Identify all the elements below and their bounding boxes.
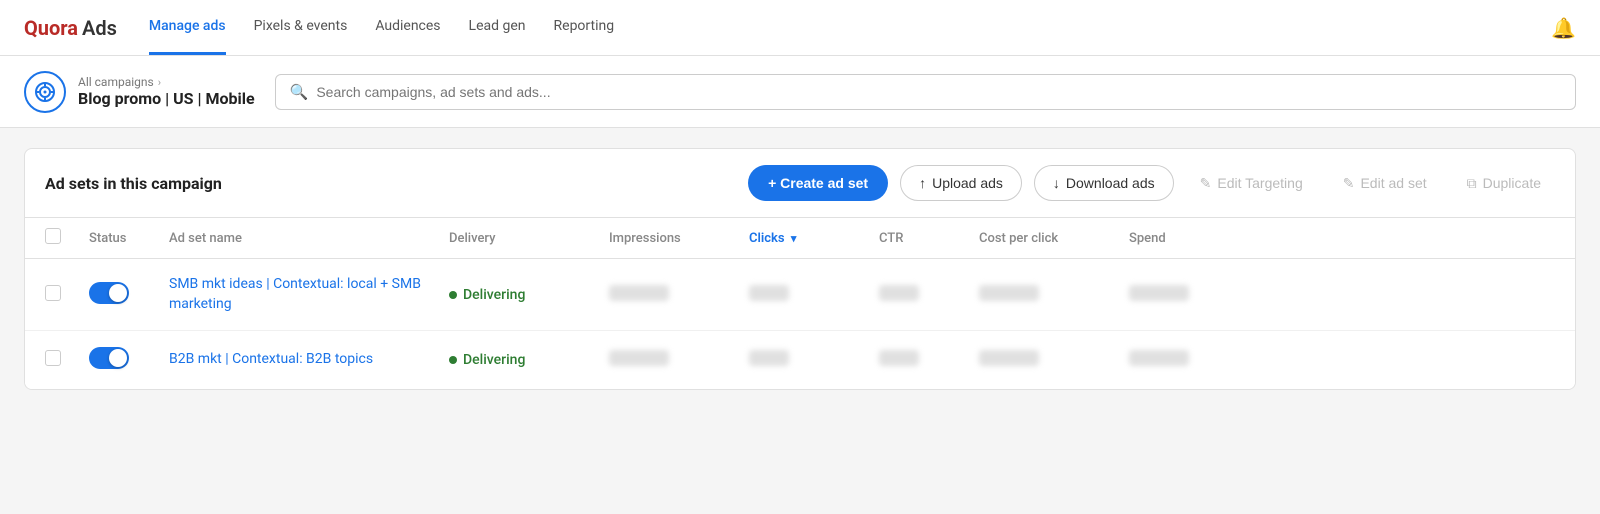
row2-cpc-cell xyxy=(979,350,1129,370)
header-checkbox[interactable] xyxy=(45,228,61,244)
row1-cpc-cell xyxy=(979,285,1129,305)
duplicate-button[interactable]: ⧉ Duplicate xyxy=(1453,166,1555,201)
row2-clicks-value xyxy=(749,350,789,366)
nav-lead-gen[interactable]: Lead gen xyxy=(469,0,526,55)
main-content: Ad sets in this campaign + Create ad set… xyxy=(0,128,1600,410)
row1-spend-cell xyxy=(1129,285,1229,305)
nav-reporting[interactable]: Reporting xyxy=(554,0,615,55)
row1-ad-name-link[interactable]: SMB mkt ideas | Contextual: local + SMB … xyxy=(169,276,421,312)
breadcrumb-current: Blog promo | US | Mobile xyxy=(78,89,255,108)
download-icon: ↓ xyxy=(1053,175,1060,191)
row2-cpc-value xyxy=(979,350,1039,366)
edit-targeting-icon: ✎ xyxy=(1200,175,1212,192)
top-nav: Quora Ads Manage ads Pixels & events Aud… xyxy=(0,0,1600,56)
row1-toggle-cell xyxy=(89,282,169,308)
row1-clicks-cell xyxy=(749,285,879,305)
upload-icon: ↑ xyxy=(919,175,926,191)
bell-icon[interactable]: 🔔 xyxy=(1551,16,1576,40)
search-bar: 🔍 xyxy=(275,74,1576,110)
edit-adset-icon: ✎ xyxy=(1343,175,1355,192)
row2-toggle-cell xyxy=(89,347,169,373)
breadcrumb-text: All campaigns › Blog promo | US | Mobile xyxy=(78,75,255,108)
row2-ctr-cell xyxy=(879,350,979,370)
row2-clicks-cell xyxy=(749,350,879,370)
row1-ctr-cell xyxy=(879,285,979,305)
download-ads-button[interactable]: ↓ Download ads xyxy=(1034,165,1174,201)
row2-toggle[interactable] xyxy=(89,347,129,369)
table-row: B2B mkt | Contextual: B2B topics Deliver… xyxy=(25,331,1575,389)
nav-pixels-events[interactable]: Pixels & events xyxy=(254,0,348,55)
nav-manage-ads[interactable]: Manage ads xyxy=(149,0,226,55)
breadcrumb-bar: All campaigns › Blog promo | US | Mobile… xyxy=(0,56,1600,128)
row2-delivery-cell: Delivering xyxy=(449,352,609,368)
logo: Quora Ads xyxy=(24,16,117,40)
campaign-icon xyxy=(24,71,66,113)
row1-status-dot xyxy=(449,291,457,299)
edit-ad-set-button[interactable]: ✎ Edit ad set xyxy=(1329,166,1441,201)
row1-checkbox-cell xyxy=(45,285,89,305)
th-clicks[interactable]: Clicks ▾ xyxy=(749,231,879,246)
row1-impressions-value xyxy=(609,285,669,301)
row2-status-dot xyxy=(449,356,457,364)
row2-impressions-cell xyxy=(609,350,749,370)
row2-ctr-value xyxy=(879,350,919,366)
logo-ads: Ads xyxy=(82,16,117,40)
row1-name-cell: SMB mkt ideas | Contextual: local + SMB … xyxy=(169,275,449,314)
row2-ad-name-link[interactable]: B2B mkt | Contextual: B2B topics xyxy=(169,351,373,367)
ad-sets-panel: Ad sets in this campaign + Create ad set… xyxy=(24,148,1576,390)
upload-ads-button[interactable]: ↑ Upload ads xyxy=(900,165,1022,201)
breadcrumb-parent[interactable]: All campaigns › xyxy=(78,75,255,89)
row1-cpc-value xyxy=(979,285,1039,301)
nav-left: Quora Ads Manage ads Pixels & events Aud… xyxy=(24,0,614,55)
panel-toolbar: Ad sets in this campaign + Create ad set… xyxy=(25,149,1575,218)
search-icon: 🔍 xyxy=(290,83,309,101)
th-status[interactable]: Status xyxy=(89,231,169,246)
th-checkbox[interactable] xyxy=(45,228,89,248)
logo-quora: Quora xyxy=(24,16,78,40)
row1-clicks-value xyxy=(749,285,789,301)
row2-spend-cell xyxy=(1129,350,1229,370)
row2-checkbox[interactable] xyxy=(45,350,61,366)
nav-audiences[interactable]: Audiences xyxy=(375,0,440,55)
sort-arrow-icon: ▾ xyxy=(791,232,797,245)
row1-spend-value xyxy=(1129,285,1189,301)
row1-toggle[interactable] xyxy=(89,282,129,304)
row2-spend-value xyxy=(1129,350,1189,366)
row1-ctr-value xyxy=(879,285,919,301)
breadcrumb-left: All campaigns › Blog promo | US | Mobile xyxy=(24,71,255,113)
edit-targeting-button[interactable]: ✎ Edit Targeting xyxy=(1186,166,1317,201)
nav-links: Manage ads Pixels & events Audiences Lea… xyxy=(149,0,614,55)
row2-name-cell: B2B mkt | Contextual: B2B topics xyxy=(169,350,449,370)
row2-checkbox-cell xyxy=(45,350,89,370)
th-spend[interactable]: Spend xyxy=(1129,231,1229,246)
th-ctr[interactable]: CTR xyxy=(879,231,979,246)
panel-title: Ad sets in this campaign xyxy=(45,174,736,193)
th-cpc[interactable]: Cost per click xyxy=(979,231,1129,246)
th-impressions[interactable]: Impressions xyxy=(609,231,749,246)
row1-impressions-cell xyxy=(609,285,749,305)
create-ad-set-button[interactable]: + Create ad set xyxy=(748,165,888,201)
row1-delivery-cell: Delivering xyxy=(449,287,609,303)
table-header: Status Ad set name Delivery Impressions … xyxy=(25,218,1575,259)
row2-impressions-value xyxy=(609,350,669,366)
th-delivery[interactable]: Delivery xyxy=(449,231,609,246)
duplicate-icon: ⧉ xyxy=(1467,175,1477,192)
chevron-right-icon: › xyxy=(158,76,161,89)
search-input[interactable] xyxy=(316,84,1561,100)
row1-checkbox[interactable] xyxy=(45,285,61,301)
th-name[interactable]: Ad set name xyxy=(169,231,449,246)
table-row: SMB mkt ideas | Contextual: local + SMB … xyxy=(25,259,1575,331)
